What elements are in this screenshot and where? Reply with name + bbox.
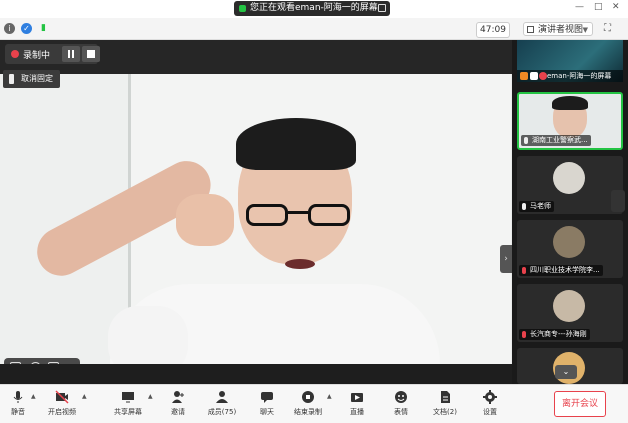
sidebar-collapse-handle[interactable] xyxy=(611,190,625,212)
record-stop-icon xyxy=(301,389,315,403)
minimize-icon[interactable]: — xyxy=(575,2,584,12)
leave-meeting-button[interactable]: 离开会议 xyxy=(554,391,606,417)
signal-icon[interactable]: ▮ xyxy=(38,23,49,34)
collapse-icon[interactable]: ‹ xyxy=(66,362,77,364)
meeting-toolbar: 静音 ▲ 开启视频 ▲ 共享屏幕 ▲ 邀请 成员(75) 聊天 结束录制 ▲ 直… xyxy=(0,384,628,423)
shield-icon[interactable]: ✓ xyxy=(21,23,32,34)
participants-button[interactable]: 成员(75) xyxy=(202,387,242,421)
maximize-icon[interactable]: □ xyxy=(594,2,603,12)
layout-icon[interactable] xyxy=(10,362,21,364)
live-icon xyxy=(350,389,364,403)
participant-name: 马老师 xyxy=(519,201,554,212)
title-bar: 您正在观看eman-阿海一的屏幕 — □ ✕ xyxy=(0,0,628,18)
fullscreen-icon[interactable]: ⛶ xyxy=(604,23,611,34)
mic-icon xyxy=(524,137,528,144)
participant-sidebar: eman-阿海一的屏幕 湖南工业警察武... 马老师 四川职业技术学院李... … xyxy=(512,40,628,384)
close-icon[interactable]: ✕ xyxy=(612,2,620,12)
unpin-button[interactable]: 取消固定 xyxy=(3,70,60,88)
live-stream-button[interactable]: 直播 xyxy=(337,387,377,421)
caret-up-icon[interactable]: ▲ xyxy=(82,393,87,400)
speaker-video xyxy=(0,74,512,364)
grid-icon xyxy=(527,26,534,33)
invite-button[interactable]: 邀请 xyxy=(158,387,198,421)
participant-name: 长汽商专---孙海刚 xyxy=(519,329,590,340)
microphone-icon xyxy=(11,389,25,403)
participant-name: 湖南工业警察武... xyxy=(521,135,591,146)
stop-recording-button[interactable] xyxy=(82,46,100,62)
shared-screen-label: eman-阿海一的屏幕 xyxy=(517,70,623,82)
glasses xyxy=(246,204,354,228)
share-icon xyxy=(239,5,246,12)
stop-view-icon[interactable] xyxy=(378,4,386,12)
view-mode-button[interactable]: 演讲者视图 ▼ xyxy=(523,22,593,36)
info-icon[interactable]: i xyxy=(4,23,15,34)
camera-switch-icon[interactable] xyxy=(30,362,41,364)
pin-icon xyxy=(9,74,14,84)
stop-recording-toolbar-button[interactable]: 结束录制 xyxy=(288,387,328,421)
screenshot-icon[interactable] xyxy=(48,362,59,364)
recording-label: 录制中 xyxy=(23,51,51,61)
caret-up-icon[interactable]: ▲ xyxy=(327,393,332,400)
scroll-down-button[interactable]: ⌄ xyxy=(555,365,577,379)
chevron-down-icon: ▼ xyxy=(582,26,588,34)
mic-muted-icon xyxy=(522,331,526,338)
recording-badge: 录制中 xyxy=(5,44,100,64)
avatar xyxy=(553,162,585,194)
users-icon xyxy=(215,389,229,403)
caret-up-icon[interactable]: ▲ xyxy=(148,393,153,400)
gear-icon xyxy=(483,389,497,404)
main-video-stage: 录制中 取消固定 ‹ › xyxy=(0,40,512,364)
meeting-timer: 47:09 xyxy=(476,22,510,38)
sidebar-toggle-handle[interactable]: › xyxy=(500,245,512,273)
participant-tile[interactable]: 湖南工业警察武... xyxy=(517,92,623,150)
documents-button[interactable]: 文档(2) xyxy=(425,387,465,421)
avatar xyxy=(553,290,585,322)
notice-text: 您正在观看eman-阿海一的屏幕 xyxy=(250,3,378,13)
reactions-button[interactable]: 表情 xyxy=(381,387,421,421)
start-video-button[interactable]: 开启视频 xyxy=(42,387,82,421)
participant-tile[interactable]: 马老师 xyxy=(517,156,623,214)
add-user-icon xyxy=(171,389,185,403)
mic-icon xyxy=(522,203,526,210)
chat-icon xyxy=(260,389,274,403)
record-icon xyxy=(11,50,19,58)
chat-button[interactable]: 聊天 xyxy=(247,387,287,421)
camera-off-icon xyxy=(55,389,69,404)
participant-tile[interactable]: 四川职业技术学院李... xyxy=(517,220,623,278)
mic-muted-icon xyxy=(522,267,526,274)
participant-tile[interactable]: 长汽商专---孙海刚 xyxy=(517,284,623,342)
document-icon xyxy=(438,389,452,403)
view-mode-label: 演讲者视图 xyxy=(538,25,584,35)
share-screen-button[interactable]: 共享屏幕 xyxy=(108,387,148,421)
screen-share-notice: 您正在观看eman-阿海一的屏幕 xyxy=(234,1,390,16)
settings-button[interactable]: 设置 xyxy=(470,387,510,421)
avatar xyxy=(553,226,585,258)
video-mini-controls: ‹ xyxy=(4,358,80,364)
unpin-label: 取消固定 xyxy=(21,74,53,83)
pause-recording-button[interactable] xyxy=(62,46,80,62)
participant-name: 四川职业技术学院李... xyxy=(519,265,603,276)
caret-up-icon[interactable]: ▲ xyxy=(31,393,36,400)
share-screen-icon xyxy=(121,389,135,403)
emoji-icon xyxy=(394,389,408,403)
info-bar: i ✓ ▮ 47:09 演讲者视图 ▼ ⛶ xyxy=(0,18,628,40)
